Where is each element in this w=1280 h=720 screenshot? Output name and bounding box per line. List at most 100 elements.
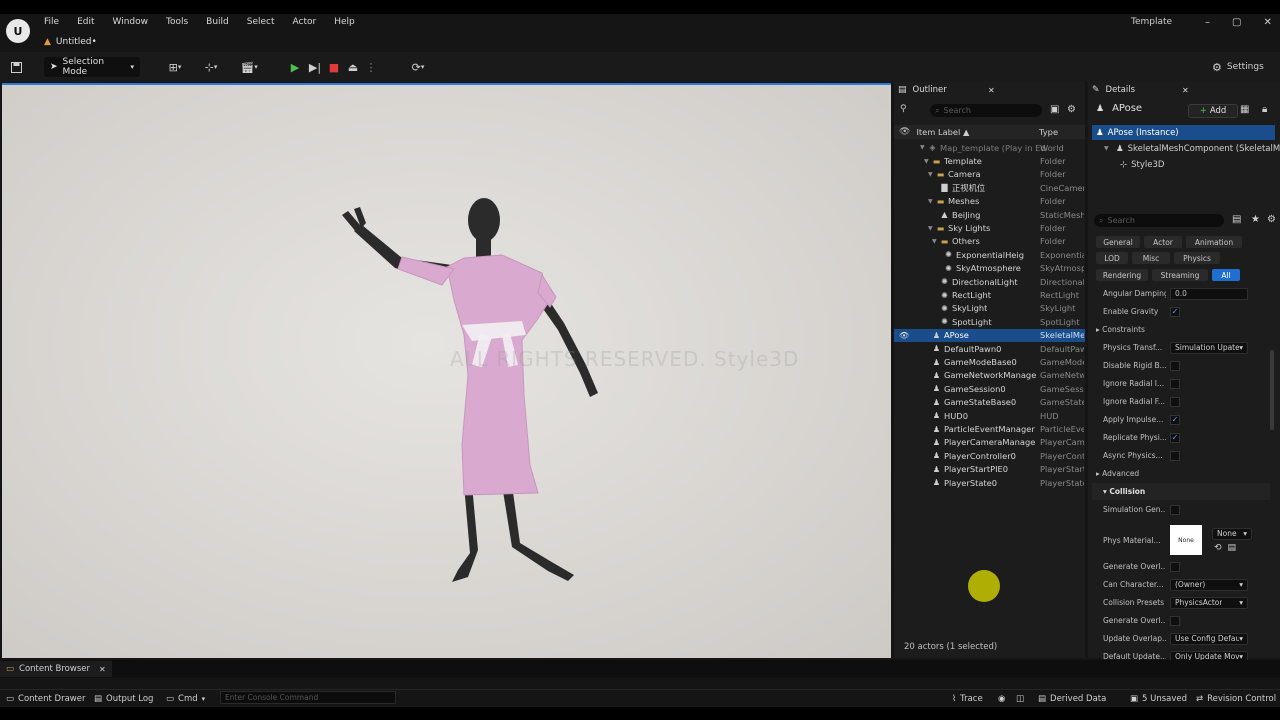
quick-add-button[interactable]: ⊞ ▾ (162, 57, 188, 77)
component-root[interactable]: ♟ APose (Instance) (1092, 125, 1275, 140)
save-button[interactable] (8, 57, 24, 77)
output-log-button[interactable]: ▤ Output Log (94, 692, 153, 705)
outliner-row[interactable]: ✺ ExponentialHeig Exponential (894, 248, 1085, 261)
unsaved-button[interactable]: ▣ 5 Unsaved (1130, 692, 1187, 705)
revision-control-button[interactable]: ⇄ Revision Control (1196, 692, 1276, 705)
outliner-row[interactable]: ✺ SpotLight SpotLight (894, 315, 1085, 328)
menu-actor[interactable]: Actor (293, 17, 317, 27)
level-viewport[interactable]: ALL RIGHTS RESERVED. Style3D (2, 83, 891, 658)
trace-button[interactable]: ⌇ Trace (952, 692, 983, 705)
outliner-row[interactable]: ✺ RectLight RectLight (894, 288, 1085, 301)
outliner-row[interactable]: 👁︎ ♟ APose SkeletalMe (894, 328, 1085, 342)
add-component-button[interactable]: + Add (1188, 104, 1238, 118)
outliner-tab[interactable]: ▤ Outliner ✕ (898, 82, 1084, 98)
outliner-row[interactable]: ♟ GameStateBase0 GameState (894, 396, 1085, 409)
details-search-input[interactable]: ⌕ Search (1094, 214, 1224, 227)
chevron-down-icon[interactable]: ▼ (928, 198, 936, 205)
chevron-down-icon[interactable]: ▼ (928, 171, 936, 178)
derived-data-button[interactable]: ▤ Derived Data (1038, 692, 1106, 705)
outliner-row[interactable]: ✺ DirectionalLight Directional (894, 275, 1085, 288)
component-skeletal-mesh[interactable]: ▼ ♟ SkeletalMeshComponent (SkeletalMes (1104, 141, 1280, 156)
menu-file[interactable]: File (44, 17, 59, 27)
filter-actor[interactable]: Actor (1144, 236, 1182, 248)
property-dropdown[interactable]: Simulation Upater ▾ (1170, 341, 1248, 354)
gear-icon[interactable]: ⚙ (1067, 104, 1076, 115)
component-style3d[interactable]: ⊹ Style3D (1120, 157, 1164, 172)
maximize-icon[interactable]: ▢ (1232, 17, 1241, 28)
chevron-down-icon[interactable]: ▼ (928, 225, 936, 232)
cmd-dropdown[interactable]: ▭ Cmd ▾ (166, 692, 205, 705)
property-row[interactable]: ▾ Collision (1092, 483, 1270, 500)
outliner-row[interactable]: ✺ SkyLight SkyLight (894, 302, 1085, 315)
content-browser-tab[interactable]: ▭ Content Browser ✕ (0, 661, 112, 677)
outliner-row[interactable]: ♟ PlayerState0 PlayerState (894, 476, 1085, 489)
stop-button[interactable]: ■ (326, 57, 342, 77)
filter-streaming[interactable]: Streaming (1152, 269, 1208, 281)
outliner-filter-button[interactable]: ⚲ (900, 104, 907, 114)
menu-edit[interactable]: Edit (77, 17, 94, 27)
add-folder-icon[interactable]: ▣ (1050, 104, 1059, 115)
outliner-row[interactable]: ♟ HUD0 HUD (894, 409, 1085, 422)
unreal-logo-icon[interactable]: U (6, 19, 30, 43)
close-icon[interactable]: ✕ (988, 86, 995, 95)
outliner-row[interactable]: ▼ ▬ Camera Folder (894, 168, 1085, 181)
filter-general[interactable]: General (1096, 236, 1140, 248)
chevron-down-icon[interactable]: ▼ (932, 238, 940, 245)
settings-button[interactable]: ⚙ Settings (1212, 57, 1264, 77)
skip-button[interactable]: ▶| (307, 57, 323, 77)
outliner-row[interactable]: ♟ PlayerStartPIE0 PlayerStart (894, 463, 1085, 476)
outliner-row[interactable]: ▼ ▬ Meshes Folder (894, 195, 1085, 208)
browse-icon[interactable]: ▤ (1228, 543, 1237, 553)
outliner-row[interactable]: ♟ GameModeBase0 GameMode (894, 355, 1085, 368)
menu-tools[interactable]: Tools (166, 17, 188, 27)
property-number-input[interactable]: 0.0 (1170, 287, 1248, 300)
property-row[interactable]: ▸ Advanced (1092, 465, 1270, 482)
outliner-row[interactable]: ▲ BeiJing StaticMesh (894, 208, 1085, 221)
outliner-row[interactable]: ♟GameNetworkManageGameNetwo (894, 369, 1085, 382)
property-checkbox[interactable] (1170, 615, 1180, 626)
visibility-icon[interactable]: 👁︎ (899, 331, 909, 340)
outliner-row[interactable]: ▼ ▬ Sky Lights Folder (894, 221, 1085, 234)
minimize-icon[interactable]: – (1205, 17, 1210, 28)
visibility-icon[interactable]: 👁︎ (899, 127, 910, 137)
property-dropdown[interactable]: Use Config Defaul ▾ (1170, 632, 1248, 645)
outliner-row[interactable]: ♟ DefaultPawn0 DefaultPaw (894, 342, 1085, 355)
camera-button[interactable]: ◫ (1016, 692, 1024, 705)
material-thumbnail[interactable]: None (1170, 525, 1202, 555)
star-icon[interactable]: ★ (1251, 214, 1260, 225)
console-input[interactable]: Enter Console Command (220, 691, 396, 704)
blueprint-button[interactable]: ⊹ ▾ (198, 57, 224, 77)
cinematics-button[interactable]: 🎬︎ ▾ (236, 57, 262, 77)
level-tab[interactable]: ▲ Untitled• (44, 34, 97, 50)
col-type[interactable]: Type (1039, 127, 1058, 137)
details-tab[interactable]: ✎ Details ✕ (1092, 82, 1278, 98)
property-dropdown[interactable]: (Owner) ▾ (1170, 578, 1248, 591)
property-checkbox[interactable] (1170, 450, 1180, 461)
record-button[interactable]: ◉ (998, 692, 1005, 705)
filter-lod[interactable]: LOD (1096, 252, 1128, 264)
property-row[interactable]: ▸ Constraints (1092, 321, 1270, 338)
outliner-row[interactable]: ♟ ParticleEventManager ParticleEve (894, 422, 1085, 435)
play-button[interactable]: ▶ (286, 57, 304, 77)
chevron-down-icon[interactable]: ▼ (920, 144, 928, 151)
filter-physics[interactable]: Physics (1174, 252, 1220, 264)
menu-window[interactable]: Window (113, 17, 149, 27)
outliner-search-input[interactable]: ⌕ Search (930, 104, 1042, 117)
property-checkbox[interactable] (1170, 360, 1180, 371)
outliner-row[interactable]: ▇ 正视机位 CineCamera (894, 181, 1085, 194)
property-checkbox[interactable]: ✓ (1170, 414, 1180, 425)
property-checkbox[interactable] (1170, 504, 1180, 515)
selection-mode-dropdown[interactable]: ➤ Selection Mode ▾ (44, 57, 140, 77)
property-checkbox[interactable]: ✓ (1170, 432, 1180, 443)
filter-misc[interactable]: Misc (1132, 252, 1170, 264)
menu-build[interactable]: Build (206, 17, 229, 27)
outliner-row[interactable]: ♟PlayerCameraManage PlayerCame (894, 436, 1085, 449)
close-icon[interactable]: ✕ (1182, 86, 1189, 95)
property-dropdown[interactable]: PhysicsActor ▾ (1170, 596, 1248, 609)
phys-material-dropdown[interactable]: None ▾ (1212, 527, 1252, 540)
outliner-row[interactable]: ♟ GameSession0 GameSessi (894, 382, 1085, 395)
filter-rendering[interactable]: Rendering (1096, 269, 1148, 281)
chevron-down-icon[interactable]: ▼ (924, 158, 932, 165)
more-options-button[interactable]: ⋮ (366, 57, 377, 77)
outliner-row[interactable]: ♟ PlayerController0 PlayerContr (894, 449, 1085, 462)
